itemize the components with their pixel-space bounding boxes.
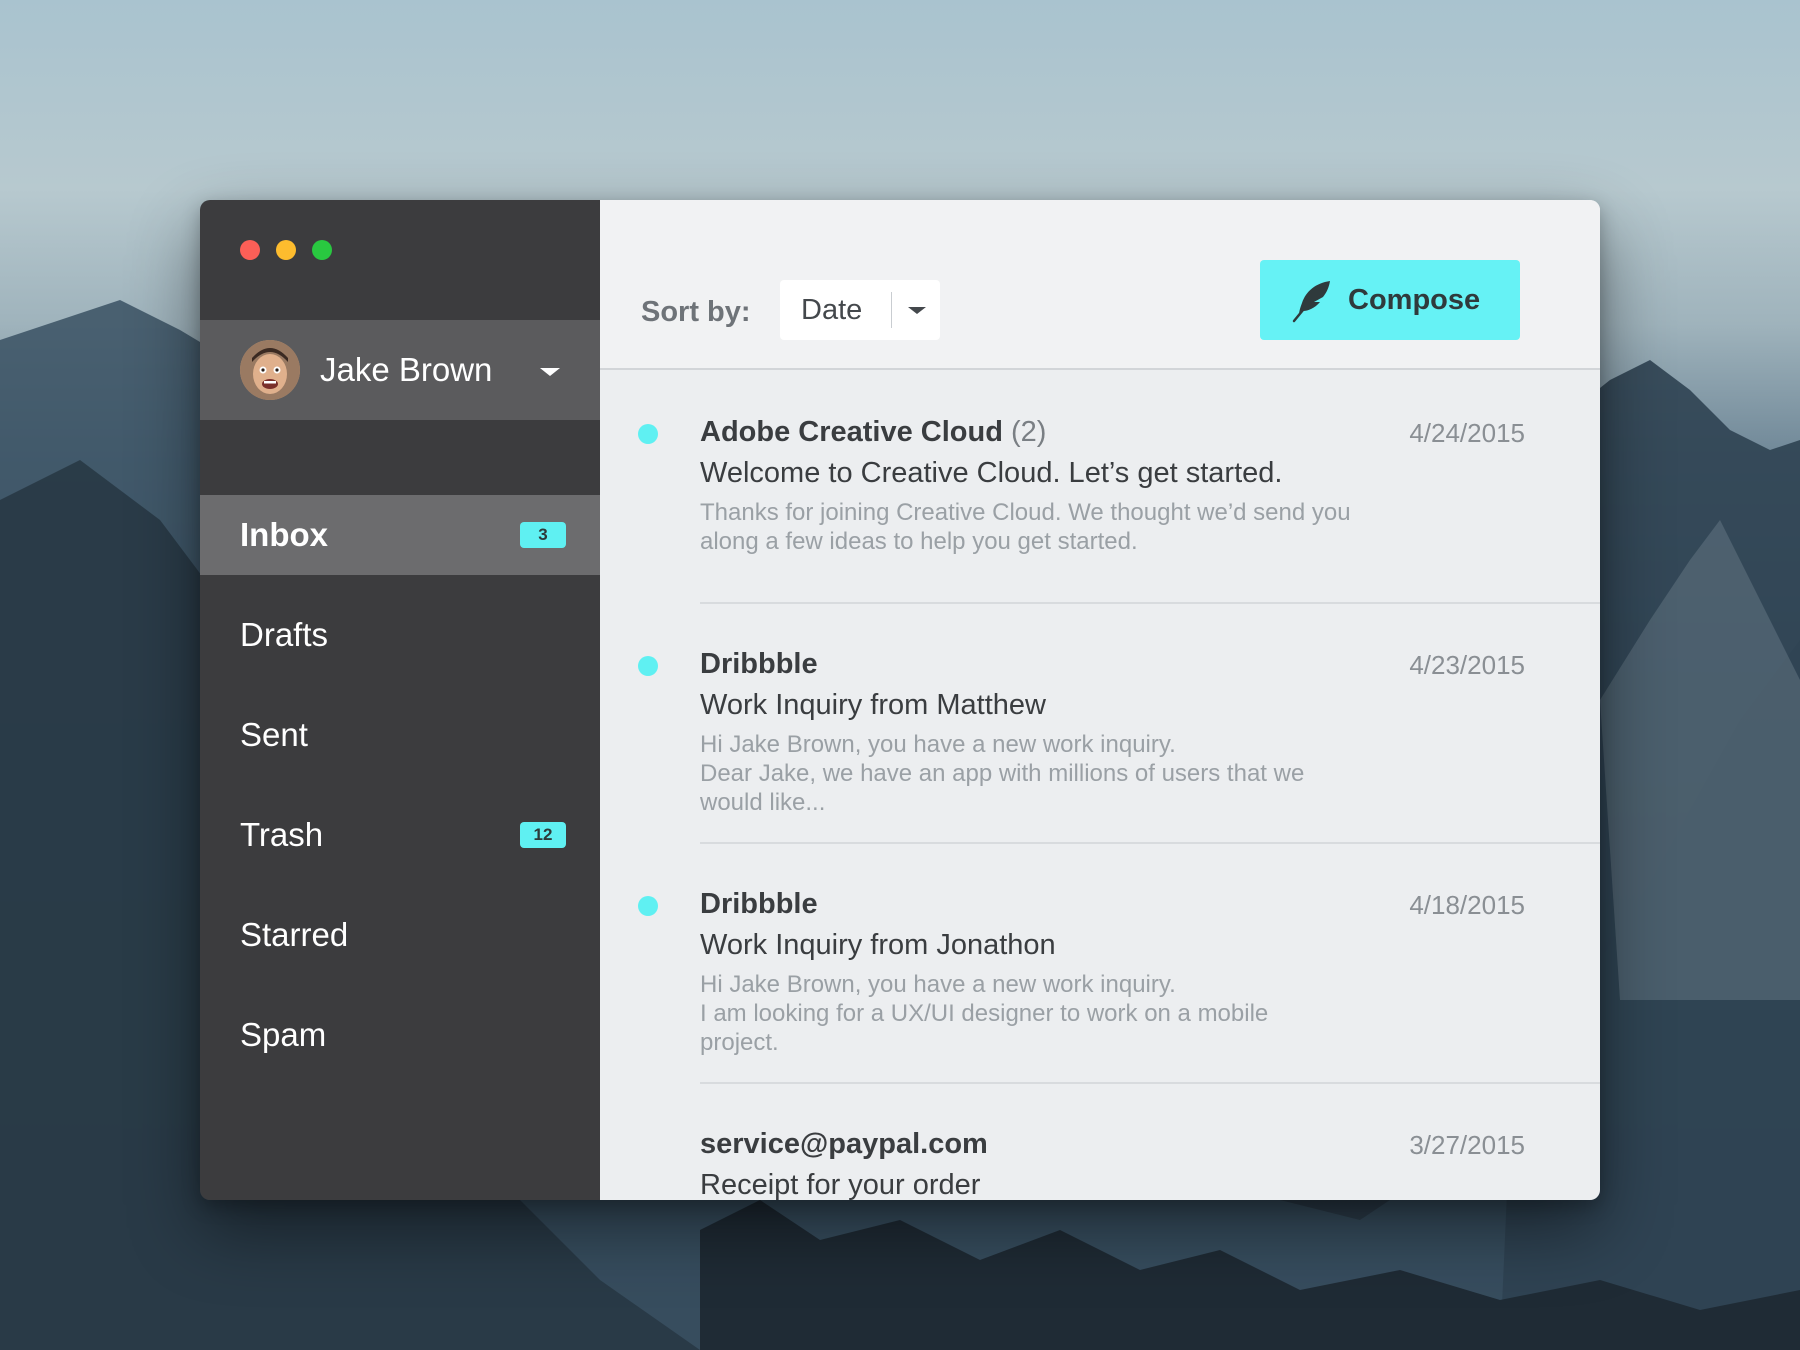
message-preview: Hi Jake Brown, you have a new work inqui…: [700, 971, 1269, 1056]
window-controls: [240, 240, 332, 260]
sort-label: Sort by:: [641, 296, 751, 328]
chevron-down-icon[interactable]: [540, 368, 560, 376]
nav-item-label: Inbox: [240, 516, 328, 553]
unread-indicator: [638, 896, 658, 916]
message-date: 4/24/2015: [1409, 418, 1525, 448]
message-preview: Thanks for joining Creative Cloud. We th…: [700, 499, 1351, 555]
trash-count-badge: 12: [520, 822, 566, 848]
message-list: Adobe Creative Cloud (2) 4/24/2015 Welco…: [600, 372, 1600, 1200]
nav-item-label: Drafts: [240, 616, 329, 653]
nav-item-sent[interactable]: Sent: [200, 695, 600, 775]
sort-dropdown[interactable]: Date: [780, 280, 940, 340]
chevron-down-icon: [908, 306, 926, 314]
message-subject: Welcome to Creative Cloud. Let’s get sta…: [700, 457, 1283, 489]
nav-item-label: Trash: [240, 816, 324, 853]
message-row[interactable]: Dribbble 4/18/2015 Work Inquiry from Jon…: [638, 844, 1600, 1084]
message-date: 4/23/2015: [1409, 650, 1525, 680]
message-row[interactable]: Adobe Creative Cloud (2) 4/24/2015 Welco…: [638, 372, 1600, 604]
user-avatar-icon: [240, 340, 300, 400]
folder-nav: Inbox 3 Drafts Sent Trash 12 Starred Spa…: [200, 495, 600, 1095]
minimize-window-button[interactable]: [276, 240, 296, 260]
message-subject: Work Inquiry from Matthew: [700, 689, 1046, 721]
message-preview: Hi Jake Brown, you have a new work inqui…: [700, 731, 1305, 816]
nav-item-label: Starred: [240, 916, 349, 953]
message-date: 4/18/2015: [1409, 890, 1525, 920]
nav-item-starred[interactable]: Starred: [200, 895, 600, 975]
sidebar: Jake Brown Inbox 3 Drafts Sent Trash 12 …: [200, 200, 600, 1200]
message-row[interactable]: Dribbble 4/23/2015 Work Inquiry from Mat…: [638, 604, 1600, 844]
message-list-pane: Sort by: Date Compose Adobe Creative Clo…: [600, 200, 1600, 1200]
compose-label: Compose: [1348, 283, 1481, 316]
toolbar: Sort by: Date Compose: [600, 200, 1600, 370]
unread-indicator: [638, 424, 658, 444]
mail-app-window: Jake Brown Inbox 3 Drafts Sent Trash 12 …: [200, 200, 1600, 1200]
sort-divider: [891, 292, 892, 328]
avatar: [240, 340, 300, 400]
message-row[interactable]: service@paypal.com 3/27/2015 Receipt for…: [700, 1084, 1600, 1200]
nav-item-label: Spam: [240, 1016, 327, 1053]
message-subject: Receipt for your order: [700, 1169, 981, 1200]
nav-item-trash[interactable]: Trash 12: [200, 795, 600, 875]
unread-count-badge: 3: [520, 522, 566, 548]
message-date: 3/27/2015: [1409, 1130, 1525, 1160]
thread-count: (2): [1011, 416, 1047, 448]
close-window-button[interactable]: [240, 240, 260, 260]
nav-item-inbox[interactable]: Inbox 3: [200, 495, 600, 575]
user-name: Jake Brown: [320, 351, 493, 388]
feather-icon: [1292, 281, 1330, 323]
compose-button[interactable]: Compose: [1260, 260, 1520, 340]
nav-item-label: Sent: [240, 716, 308, 753]
sort-value: Date: [801, 293, 863, 326]
unread-indicator: [638, 656, 658, 676]
nav-item-spam[interactable]: Spam: [200, 995, 600, 1075]
zoom-window-button[interactable]: [312, 240, 332, 260]
nav-item-drafts[interactable]: Drafts: [200, 595, 600, 675]
message-subject: Work Inquiry from Jonathon: [700, 929, 1056, 961]
account-switcher[interactable]: Jake Brown: [200, 320, 600, 420]
